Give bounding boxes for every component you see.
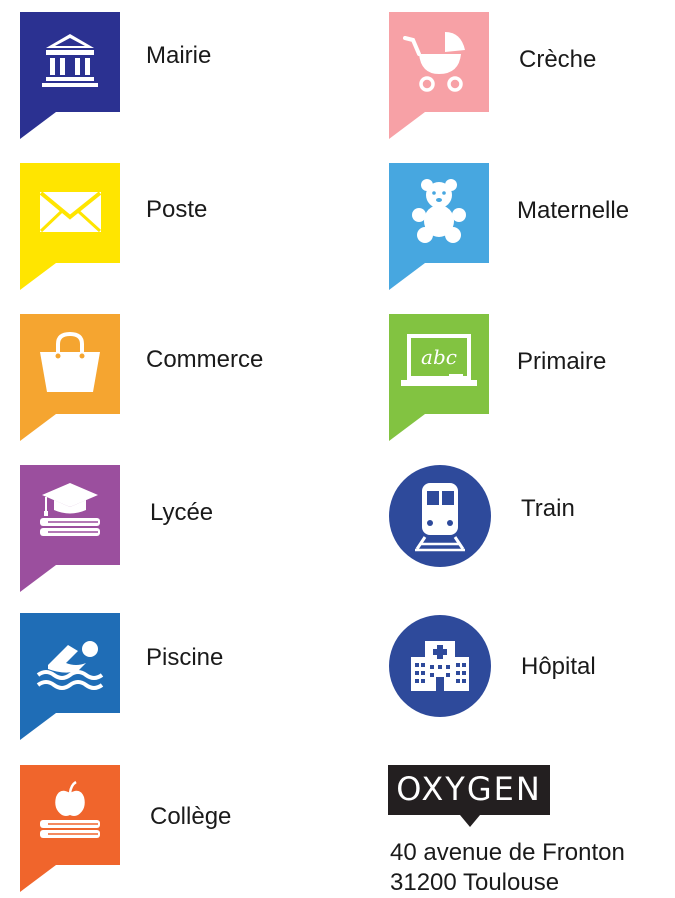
oxygen-logo: OXYGEN	[388, 765, 552, 835]
address-line-city: 31200 Toulouse	[390, 869, 560, 896]
legend-label-college: Collège	[150, 803, 232, 830]
teddy-bear-icon	[389, 163, 489, 290]
chalkboard-text: abc	[421, 345, 457, 369]
address: 40 avenue de Fronton 31200 Toulouse	[390, 838, 625, 898]
hospital-icon	[389, 615, 491, 717]
apple-books-icon	[20, 765, 120, 892]
swimmer-icon	[20, 613, 120, 740]
legend-label-lycee: Lycée	[150, 499, 214, 526]
train-icon	[389, 465, 491, 567]
legend-label-mairie: Mairie	[146, 42, 212, 69]
legend-label-creche: Crèche	[519, 46, 597, 73]
city-hall-icon	[20, 12, 120, 139]
legend-label-commerce: Commerce	[146, 346, 264, 373]
legend-label-hopital: Hôpital	[521, 653, 596, 680]
brand-name: OXYGEN	[396, 770, 542, 808]
graduation-books-icon	[20, 465, 120, 592]
envelope-icon	[20, 163, 120, 290]
address-line-street: 40 avenue de Fronton	[390, 839, 625, 866]
legend-label-primaire: Primaire	[517, 348, 607, 375]
legend-label-piscine: Piscine	[146, 644, 224, 671]
legend-label-maternelle: Maternelle	[517, 197, 630, 224]
legend-label-train: Train	[521, 495, 575, 522]
legend-label-poste: Poste	[146, 196, 208, 223]
chalkboard-icon: abc	[389, 314, 489, 441]
shopping-bag-icon	[20, 314, 120, 441]
stroller-icon	[389, 12, 489, 139]
